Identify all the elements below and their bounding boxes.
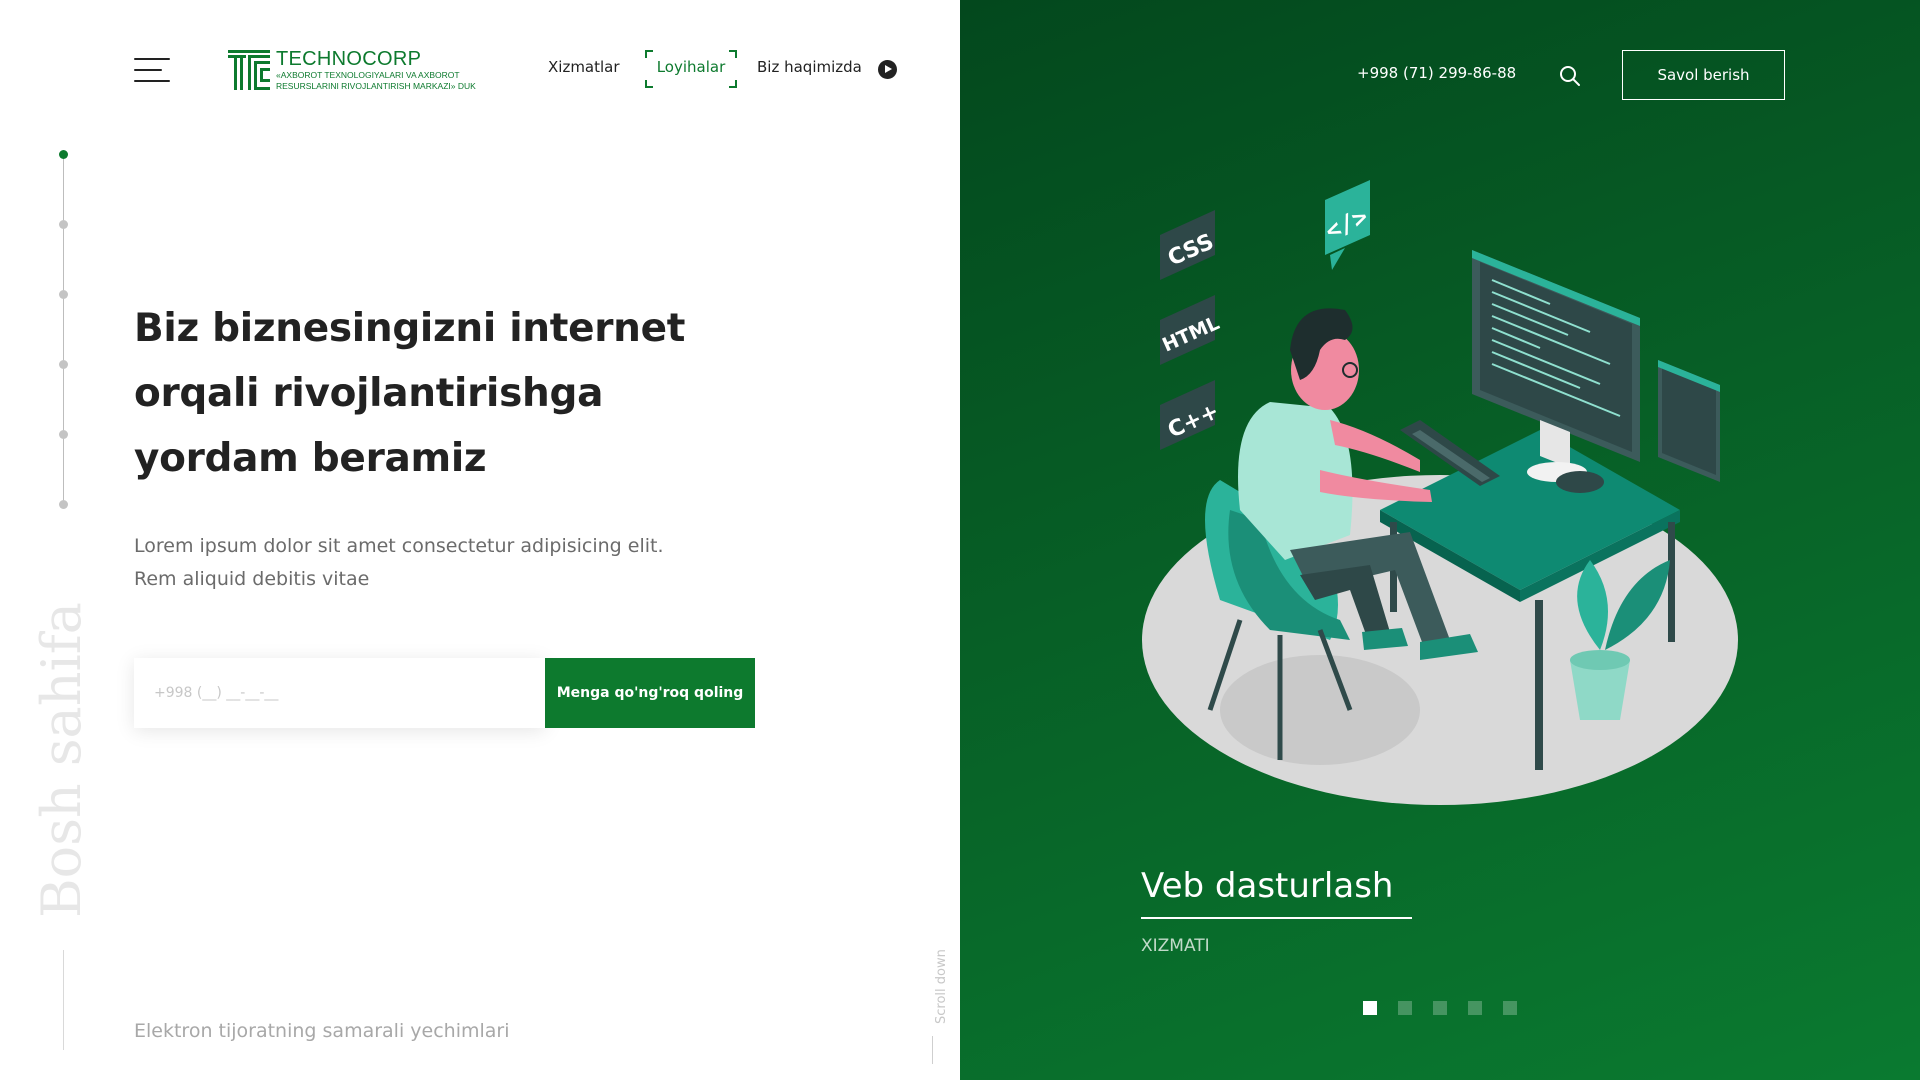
step-dot-2[interactable] <box>59 220 68 229</box>
scroll-down-link[interactable]: Scroll down <box>934 949 949 1024</box>
step-dot-1[interactable] <box>59 150 68 159</box>
slider-page-3[interactable] <box>1433 1001 1447 1015</box>
logo-subtitle-line-1: «AXBOROT TEXNOLOGIYALARI VA AXBOROT <box>276 70 460 80</box>
section-label: Bosh sahifa <box>30 602 93 918</box>
phone-number[interactable]: +998 (71) 299-86-88 <box>1357 64 1516 82</box>
logo-name: TECHNOCORP <box>276 48 422 70</box>
left-panel: TECHNOCORP «AXBOROT TEXNOLOGIYALARI VA A… <box>0 0 960 1080</box>
nav-xizmatlar[interactable]: Xizmatlar <box>548 58 620 76</box>
slide-title-underline <box>1141 917 1412 919</box>
tagline: Elektron tijoratning samarali yechimlari <box>134 1020 510 1042</box>
phone-input[interactable] <box>134 658 545 728</box>
slider-page-2[interactable] <box>1398 1001 1412 1015</box>
slide-title: Veb dasturlash <box>1141 866 1394 906</box>
slider-page-5[interactable] <box>1503 1001 1517 1015</box>
nav-biz-haqimizda[interactable]: Biz haqimizda <box>757 58 862 76</box>
step-dot-5[interactable] <box>59 430 68 439</box>
logo[interactable]: TECHNOCORP «AXBOROT TEXNOLOGIYALARI VA A… <box>228 48 482 94</box>
slider-page-4[interactable] <box>1468 1001 1482 1015</box>
ask-question-button[interactable]: Savol berish <box>1622 50 1785 100</box>
callback-form: Menga qo'ng'roq qoling <box>134 658 755 728</box>
hero-subtitle-line-2: Rem aliquid debitis vitae <box>134 568 370 590</box>
developer-illustration: CSS HTML C++ </> <box>1142 180 1738 805</box>
nav-loyihalar[interactable]: Loyihalar <box>645 50 737 88</box>
hero-subtitle: Lorem ipsum dolor sit amet consectetur a… <box>134 530 734 596</box>
logo-subtitle: «AXBOROT TEXNOLOGIYALARI VA AXBOROT RESU… <box>276 70 476 92</box>
menu-icon[interactable] <box>134 58 170 84</box>
section-line <box>63 950 64 1050</box>
steps-line <box>63 154 64 504</box>
step-dot-4[interactable] <box>59 360 68 369</box>
hero-subtitle-line-1: Lorem ipsum dolor sit amet consectetur a… <box>134 535 664 557</box>
logo-subtitle-line-2: RESURSLARINI RIVOJLANTIRISH MARKAZI» DUK <box>276 81 476 91</box>
search-icon[interactable] <box>1558 64 1582 88</box>
step-dot-3[interactable] <box>59 290 68 299</box>
nav-loyihalar-label: Loyihalar <box>656 58 726 76</box>
slider-page-1[interactable] <box>1363 1001 1377 1015</box>
call-me-button[interactable]: Menga qo'ng'roq qoling <box>545 658 755 728</box>
slide-subtitle: XIZMATI <box>1141 936 1210 956</box>
play-circle-icon[interactable] <box>878 60 897 79</box>
scroll-down-line <box>932 1036 933 1064</box>
technocorp-logo-mark <box>228 50 270 90</box>
step-dot-6[interactable] <box>59 500 68 509</box>
hero-title: Biz biznesingizni internet orqali rivojl… <box>134 306 686 481</box>
